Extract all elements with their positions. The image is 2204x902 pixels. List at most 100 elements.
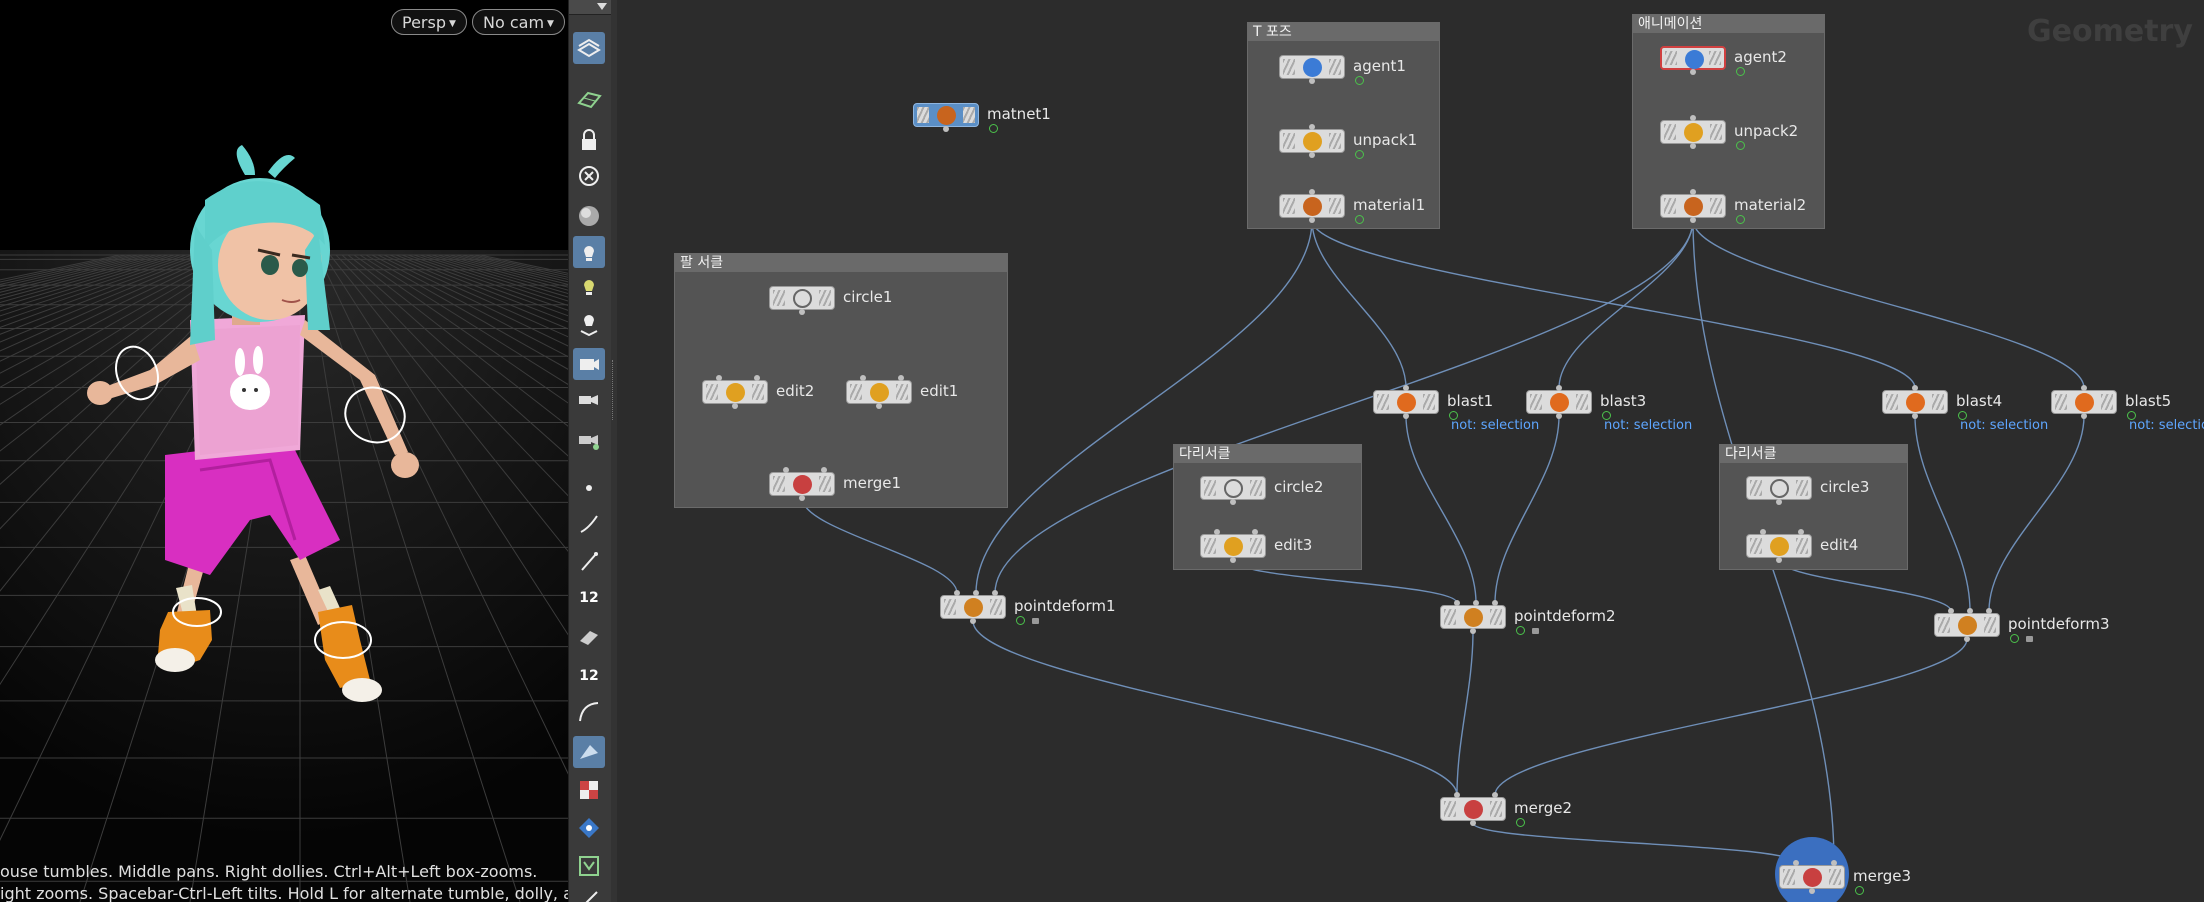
toolbar-display-options-button[interactable]	[573, 32, 605, 64]
node-tile[interactable]	[702, 380, 768, 404]
node-tile[interactable]	[1660, 194, 1726, 218]
node-tile[interactable]	[1934, 613, 2000, 637]
output-port[interactable]	[1690, 143, 1696, 149]
network-box-title[interactable]: 다리서클	[1720, 445, 1907, 463]
network-box-title[interactable]: T 포즈	[1248, 23, 1439, 41]
node-name-label[interactable]: pointdeform3	[2008, 615, 2110, 633]
input-port[interactable]	[1309, 124, 1315, 130]
node-tile[interactable]	[1279, 55, 1345, 79]
node-name-label[interactable]: circle3	[1820, 478, 1869, 496]
node-tile[interactable]	[1746, 534, 1812, 558]
node-name-label[interactable]: merge1	[843, 474, 901, 492]
output-port[interactable]	[1309, 152, 1315, 158]
node-name-label[interactable]: edit2	[776, 382, 814, 400]
output-port[interactable]	[799, 309, 805, 315]
node-tile[interactable]	[1526, 390, 1592, 414]
output-port[interactable]	[1964, 636, 1970, 642]
input-port[interactable]	[1454, 792, 1460, 798]
output-port[interactable]	[1690, 217, 1696, 223]
toolbar-headlight-button[interactable]	[573, 272, 605, 304]
output-port[interactable]	[1776, 557, 1782, 563]
output-port[interactable]	[943, 126, 949, 132]
output-port[interactable]	[1230, 557, 1236, 563]
input-port[interactable]	[992, 590, 998, 596]
node-name-label[interactable]: unpack2	[1734, 122, 1798, 140]
network-box-title[interactable]: 애니메이션	[1633, 15, 1824, 33]
node-name-label[interactable]: unpack1	[1353, 131, 1417, 149]
input-port[interactable]	[954, 590, 960, 596]
input-port[interactable]	[1214, 529, 1220, 535]
toolbar-light-button[interactable]	[573, 236, 605, 268]
output-port[interactable]	[1690, 69, 1696, 75]
node-tile[interactable]	[1279, 129, 1345, 153]
node-tile[interactable]	[1882, 390, 1948, 414]
toolbar-camera-button[interactable]	[573, 348, 605, 380]
toolbar-shading-sphere-button[interactable]	[573, 200, 605, 232]
input-port[interactable]	[1473, 600, 1479, 606]
node-tile[interactable]	[1746, 476, 1812, 500]
input-port[interactable]	[1967, 608, 1973, 614]
input-port[interactable]	[1454, 600, 1460, 606]
node-name-label[interactable]: edit3	[1274, 536, 1312, 554]
toolbar-prim-number-button[interactable]: 12	[573, 660, 605, 692]
node-name-label[interactable]: agent1	[1353, 57, 1406, 75]
input-port[interactable]	[1252, 529, 1258, 535]
toolbar-light-add-button[interactable]	[573, 308, 605, 340]
input-port[interactable]	[1309, 189, 1315, 195]
toolbar-prim-display-button[interactable]	[573, 620, 605, 652]
network-editor[interactable]: Geometry 팔 서클 T 포즈 애니메이션 다리서클 다리서클 matne…	[617, 0, 2204, 902]
output-port[interactable]	[2081, 413, 2087, 419]
node-name-label[interactable]: edit4	[1820, 536, 1858, 554]
node-tile[interactable]	[1440, 797, 1506, 821]
node-name-label[interactable]: circle2	[1274, 478, 1323, 496]
node-name-label[interactable]: pointdeform2	[1514, 607, 1616, 625]
input-port[interactable]	[898, 375, 904, 381]
input-port[interactable]	[1492, 792, 1498, 798]
node-tile[interactable]	[1660, 120, 1726, 144]
toolbar-grid-plane-button[interactable]	[573, 84, 605, 116]
output-port[interactable]	[1309, 217, 1315, 223]
input-port[interactable]	[860, 375, 866, 381]
node-tile[interactable]	[1779, 865, 1845, 889]
node-name-label[interactable]: material1	[1353, 196, 1425, 214]
input-port[interactable]	[1831, 860, 1837, 866]
node-tile[interactable]	[2051, 390, 2117, 414]
node-tile[interactable]	[940, 595, 1006, 619]
output-port[interactable]	[1403, 413, 1409, 419]
output-port[interactable]	[1309, 78, 1315, 84]
node-tile[interactable]	[1200, 534, 1266, 558]
input-port[interactable]	[973, 590, 979, 596]
node-name-label[interactable]: blast5	[2125, 392, 2171, 410]
node-name-label[interactable]: merge2	[1514, 799, 1572, 817]
output-port[interactable]	[970, 618, 976, 624]
input-port[interactable]	[754, 375, 760, 381]
node-name-label[interactable]: blast1	[1447, 392, 1493, 410]
input-port[interactable]	[1760, 529, 1766, 535]
input-port[interactable]	[2081, 385, 2087, 391]
node-tile[interactable]	[1373, 390, 1439, 414]
toolbar-uv-button[interactable]	[573, 850, 605, 882]
node-name-label[interactable]: blast4	[1956, 392, 2002, 410]
node-name-label[interactable]: blast3	[1600, 392, 1646, 410]
output-port[interactable]	[1230, 499, 1236, 505]
node-name-label[interactable]: agent2	[1734, 48, 1787, 66]
node-name-label[interactable]: material2	[1734, 196, 1806, 214]
toolbar-measure-button[interactable]	[573, 884, 605, 902]
output-port[interactable]	[732, 403, 738, 409]
output-port[interactable]	[1470, 628, 1476, 634]
toolbar-collapse-button[interactable]	[569, 0, 612, 15]
output-port[interactable]	[876, 403, 882, 409]
toolbar-snap-button[interactable]	[573, 812, 605, 844]
toolbar-view-camera-alt-button[interactable]	[573, 424, 605, 456]
input-port[interactable]	[1948, 608, 1954, 614]
network-box-title[interactable]: 팔 서클	[675, 254, 1007, 272]
toolbar-curve-button[interactable]	[573, 696, 605, 728]
toolbar-point-button[interactable]	[573, 472, 605, 504]
network-box-title[interactable]: 다리서클	[1174, 445, 1361, 463]
toolbar-pen-button[interactable]	[573, 546, 605, 578]
toolbar-checker-button[interactable]	[573, 774, 605, 806]
node-name-label[interactable]: edit1	[920, 382, 958, 400]
output-port[interactable]	[1912, 413, 1918, 419]
toolbar-close-button[interactable]	[573, 160, 605, 192]
output-port[interactable]	[1776, 499, 1782, 505]
